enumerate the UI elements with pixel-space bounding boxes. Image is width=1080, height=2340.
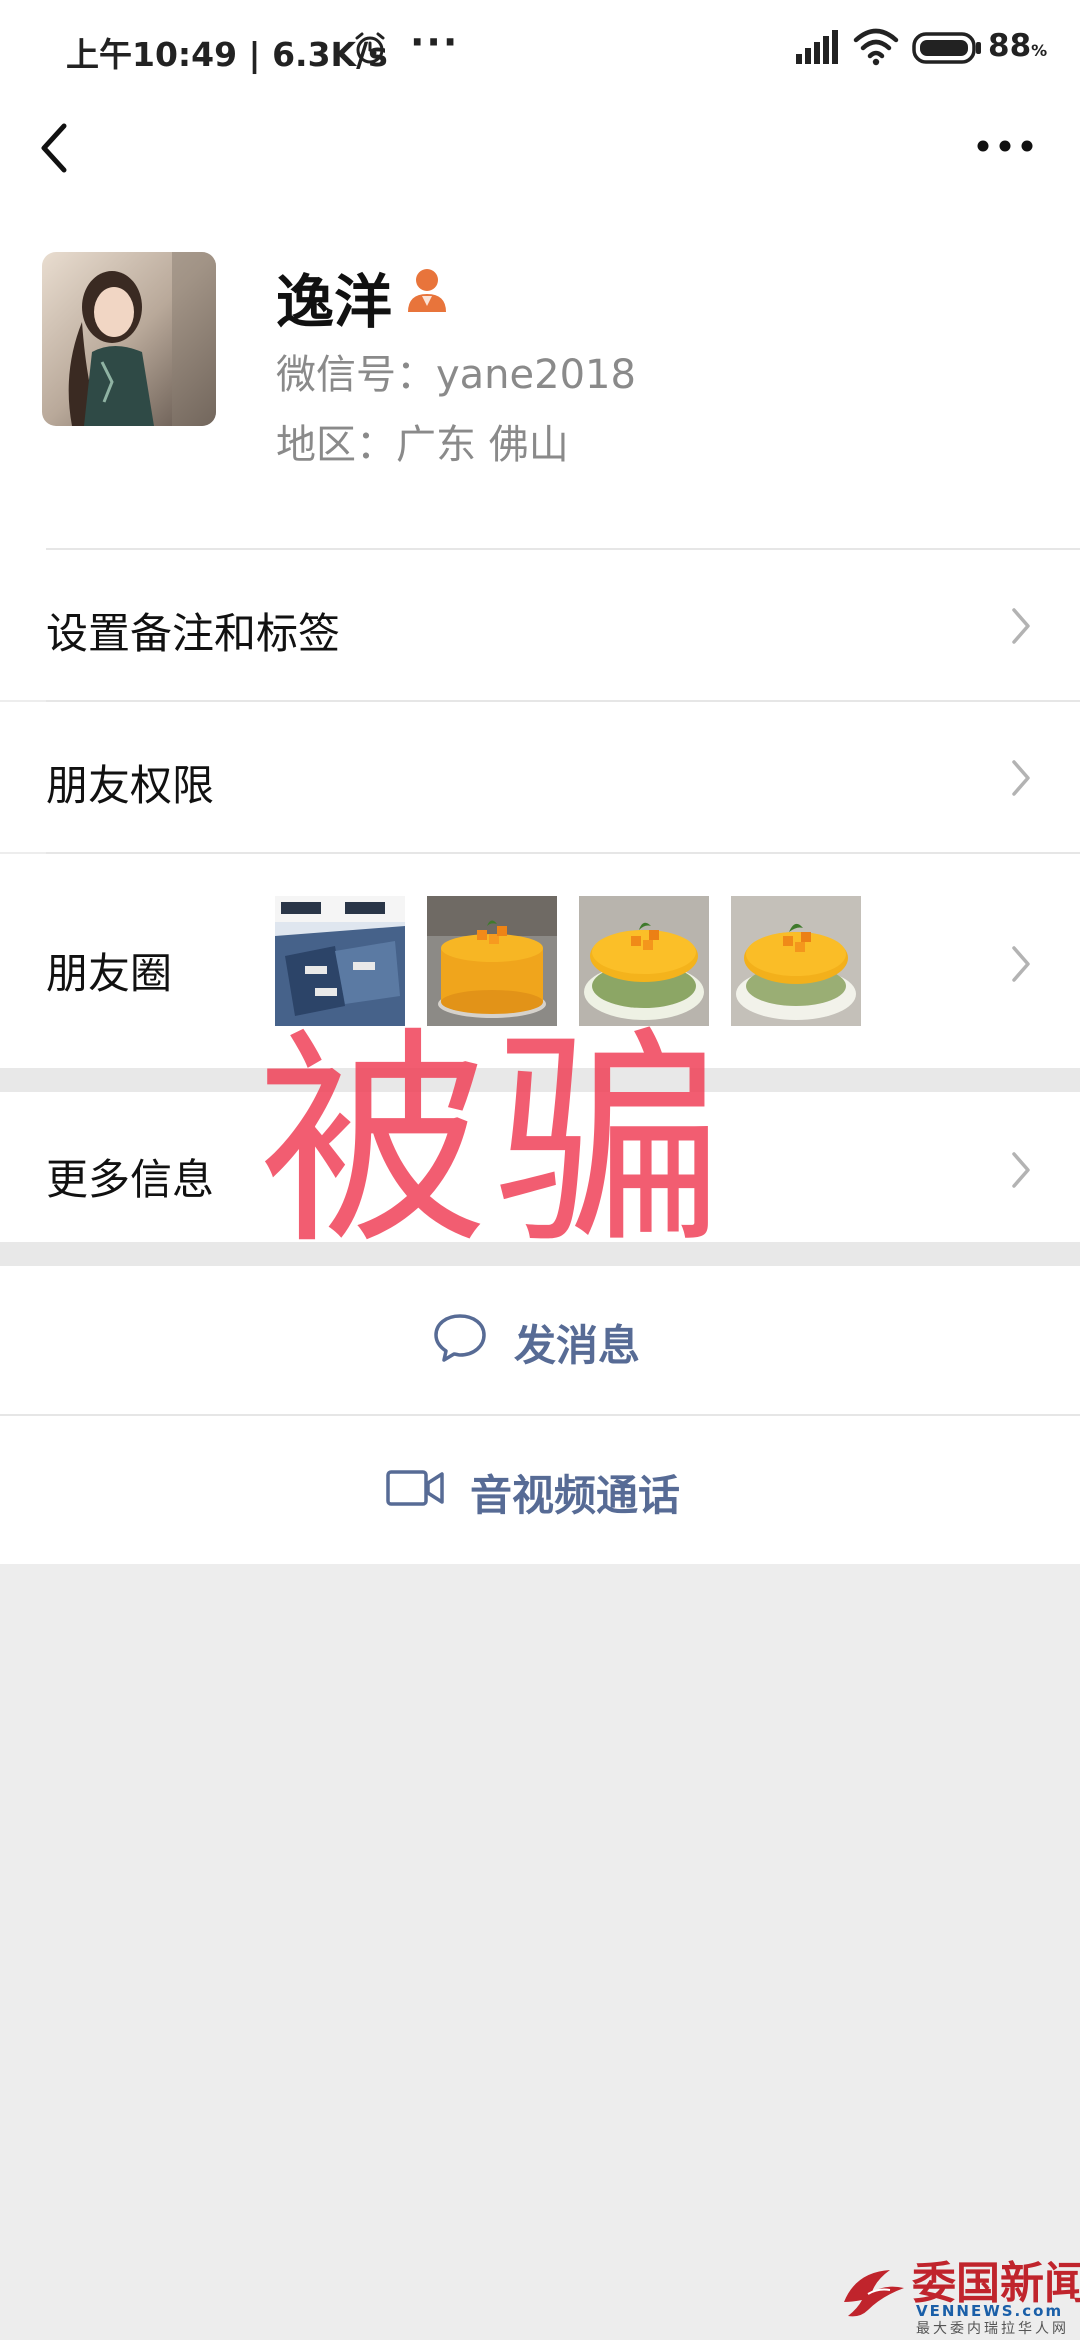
send-message-label: 发消息: [514, 1321, 641, 1370]
status-time-speed: 上午10:49 | 6.3K/s: [66, 35, 388, 74]
chat-bubble-icon: [434, 1314, 486, 1362]
friend-permissions-label: 朋友权限: [46, 761, 215, 810]
video-call-label: 音视频通话: [470, 1471, 681, 1520]
moments-thumbnail-mousse[interactable]: [579, 896, 709, 1026]
watermark-name: 委国新闻网: [912, 2258, 1080, 2309]
chevron-right-icon: [1012, 760, 1030, 796]
chevron-left-icon[interactable]: [34, 120, 74, 176]
nickname: 逸洋: [276, 268, 393, 336]
signal-icon: [796, 30, 838, 64]
wechat-id: 微信号：yane2018: [276, 352, 636, 398]
chevron-right-icon: [1012, 946, 1030, 982]
moments-thumbnail-mousse[interactable]: [427, 896, 557, 1026]
video-camera-icon: [386, 1470, 444, 1506]
battery-icon: [912, 32, 981, 64]
news-logo-icon: [844, 2270, 904, 2317]
battery-level: 88%: [988, 28, 1048, 64]
moments-thumbnail-jeans[interactable]: [275, 896, 405, 1026]
moments-label: 朋友圈: [46, 949, 173, 998]
set-remark-label: 设置备注和标签: [46, 609, 341, 658]
chevron-right-icon: [1012, 608, 1030, 644]
section-gap: [0, 1068, 1080, 1092]
nav-bar: [0, 100, 1080, 210]
chevron-right-icon: [1012, 1152, 1030, 1188]
section-gap: [0, 1242, 1080, 1266]
avatar[interactable]: [42, 252, 216, 426]
more-horizontal-icon[interactable]: [975, 128, 1035, 164]
region: 地区：广东 佛山: [276, 422, 569, 468]
status-more-dots: ···: [410, 20, 460, 64]
wifi-icon: [853, 28, 899, 66]
alarm-icon: [355, 32, 385, 64]
more-info-label: 更多信息: [46, 1155, 215, 1204]
person-icon: [408, 269, 446, 312]
moments-thumbnail-mousse[interactable]: [731, 896, 861, 1026]
watermark-tagline: 最大委内瑞拉华人网: [916, 2321, 1069, 2337]
